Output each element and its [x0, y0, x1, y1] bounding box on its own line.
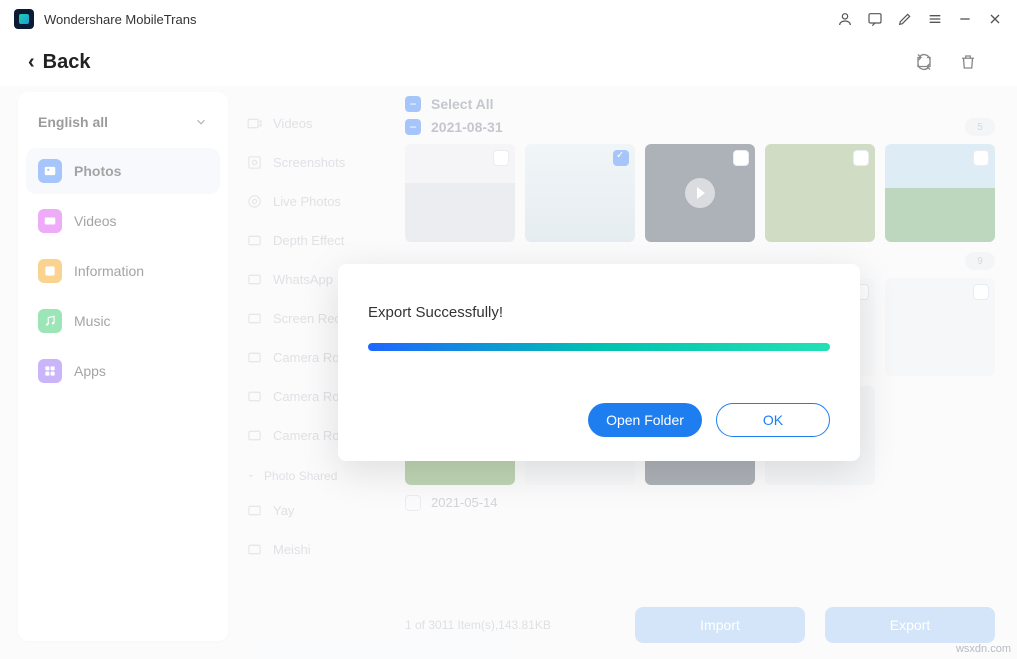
photo-thumbnail[interactable]: [405, 144, 515, 242]
back-row: ‹ Back: [0, 38, 1017, 86]
photo-thumbnail[interactable]: [885, 144, 995, 242]
back-button[interactable]: ‹ Back: [28, 51, 90, 74]
titlebar-actions: [837, 11, 1003, 27]
sidebar-item-photos[interactable]: Photos: [26, 148, 220, 194]
videos-icon: [38, 209, 62, 233]
thumbnail-checkbox[interactable]: [853, 150, 869, 166]
thumbnail-checkbox[interactable]: [733, 150, 749, 166]
category-depth-effect[interactable]: Depth Effect: [242, 221, 397, 260]
app-title: Wondershare MobileTrans: [44, 12, 196, 27]
info-icon: [38, 259, 62, 283]
export-success-modal: Export Successfully! Open Folder OK: [338, 264, 860, 461]
sidebar-item-apps[interactable]: Apps: [26, 348, 220, 394]
modal-title: Export Successfully!: [368, 304, 830, 321]
date-group-checkbox[interactable]: −: [405, 119, 421, 135]
music-icon: [38, 309, 62, 333]
import-button[interactable]: Import: [635, 607, 805, 643]
select-all-checkbox[interactable]: −: [405, 96, 421, 112]
trash-icon[interactable]: [959, 53, 977, 71]
thumbnail-checkbox[interactable]: [493, 150, 509, 166]
sidebar-item-videos[interactable]: Videos: [26, 198, 220, 244]
category-screenshots[interactable]: Screenshots: [242, 143, 397, 182]
watermark: wsxdn.com: [956, 643, 1011, 655]
thumbnail-checkbox[interactable]: [613, 150, 629, 166]
photo-thumbnail[interactable]: [645, 144, 755, 242]
progress-bar: [368, 343, 830, 351]
date-label: 2021-08-31: [431, 119, 503, 135]
titlebar: Wondershare MobileTrans: [0, 0, 1017, 38]
message-icon[interactable]: [867, 11, 883, 27]
footer-buttons: Import Export: [635, 607, 995, 643]
select-all-label: Select All: [431, 96, 494, 112]
toolbar-actions: [915, 53, 977, 71]
edit-icon[interactable]: [897, 11, 913, 27]
refresh-icon[interactable]: [915, 53, 933, 71]
photos-icon: [38, 159, 62, 183]
chevron-left-icon: ‹: [28, 51, 35, 74]
minimize-icon[interactable]: [957, 11, 973, 27]
language-selector[interactable]: English all: [26, 110, 220, 144]
menu-icon[interactable]: [927, 11, 943, 27]
back-label: Back: [43, 51, 91, 74]
category-live-photos[interactable]: Live Photos: [242, 182, 397, 221]
account-icon[interactable]: [837, 11, 853, 27]
thumbnail-checkbox[interactable]: [973, 284, 989, 300]
play-icon: [685, 178, 715, 208]
photo-thumbnail[interactable]: [765, 144, 875, 242]
sidebar-item-label: Information: [74, 263, 144, 279]
count-badge: 9: [965, 252, 995, 270]
ok-button[interactable]: OK: [716, 403, 830, 437]
chevron-down-icon: [194, 115, 208, 129]
sidebar-item-label: Videos: [74, 213, 117, 229]
sidebar-item-label: Apps: [74, 363, 106, 379]
photo-thumbnail[interactable]: [885, 278, 995, 376]
sidebar-item-label: Music: [74, 313, 111, 329]
date-label: 2021-05-14: [431, 495, 498, 510]
close-icon[interactable]: [987, 11, 1003, 27]
category-yay[interactable]: Yay: [242, 491, 397, 530]
date-group-checkbox[interactable]: [405, 495, 421, 511]
sidebar-item-information[interactable]: Information: [26, 248, 220, 294]
category-meishi[interactable]: Meishi: [242, 530, 397, 569]
sidebar: English all Photos Videos Information Mu…: [18, 92, 228, 641]
select-all-row: − Select All: [405, 96, 995, 112]
modal-buttons: Open Folder OK: [368, 403, 830, 437]
titlebar-left: Wondershare MobileTrans: [14, 9, 196, 29]
footer-row: 1 of 3011 Item(s),143.81KB Import Export: [405, 607, 995, 643]
sidebar-item-label: Photos: [74, 163, 121, 179]
open-folder-button[interactable]: Open Folder: [588, 403, 702, 437]
category-videos[interactable]: Videos: [242, 104, 397, 143]
date-group-row: − 2021-08-31 5: [405, 118, 995, 136]
count-badge: 5: [965, 118, 995, 136]
thumbnail-grid: [405, 144, 995, 242]
thumbnail-checkbox[interactable]: [973, 150, 989, 166]
apps-icon: [38, 359, 62, 383]
language-label: English all: [38, 114, 108, 130]
sidebar-item-music[interactable]: Music: [26, 298, 220, 344]
export-button[interactable]: Export: [825, 607, 995, 643]
app-logo: [14, 9, 34, 29]
date-group-row-2: 2021-05-14: [405, 495, 995, 511]
selection-summary: 1 of 3011 Item(s),143.81KB: [405, 618, 551, 632]
photo-thumbnail[interactable]: [525, 144, 635, 242]
